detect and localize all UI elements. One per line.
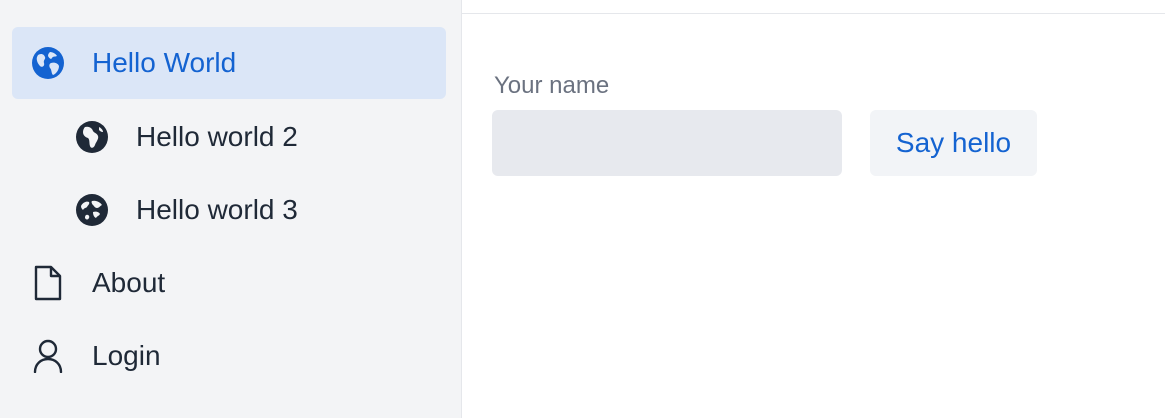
- sidebar-item-hello-world-3[interactable]: Hello world 3: [12, 174, 446, 246]
- say-hello-button[interactable]: Say hello: [870, 110, 1037, 176]
- sidebar-item-about[interactable]: About: [12, 247, 446, 319]
- sidebar-item-label: Login: [92, 340, 161, 371]
- user-icon: [30, 338, 66, 374]
- app-window: Hello World Hello world 2 Hello world 3 …: [0, 0, 1165, 418]
- sidebar-item-label: About: [92, 267, 166, 298]
- globe-africa-icon: [74, 119, 110, 155]
- sidebar-item-label: Hello world 3: [136, 194, 298, 225]
- name-label: Your name: [494, 72, 610, 99]
- sidebar: Hello World Hello world 2 Hello world 3 …: [0, 0, 462, 418]
- name-input[interactable]: [492, 110, 842, 176]
- document-icon: [30, 265, 66, 301]
- top-bar: [462, 0, 1165, 14]
- globe-icon: [30, 45, 66, 81]
- sidebar-item-label: Hello World: [92, 47, 237, 78]
- sidebar-item-hello-world-2[interactable]: Hello world 2: [12, 101, 446, 173]
- sidebar-item-login[interactable]: Login: [12, 320, 446, 392]
- sidebar-item-label: Hello world 2: [136, 121, 298, 152]
- sidebar-item-hello-world[interactable]: Hello World: [12, 27, 446, 99]
- globe-asia-icon: [74, 192, 110, 228]
